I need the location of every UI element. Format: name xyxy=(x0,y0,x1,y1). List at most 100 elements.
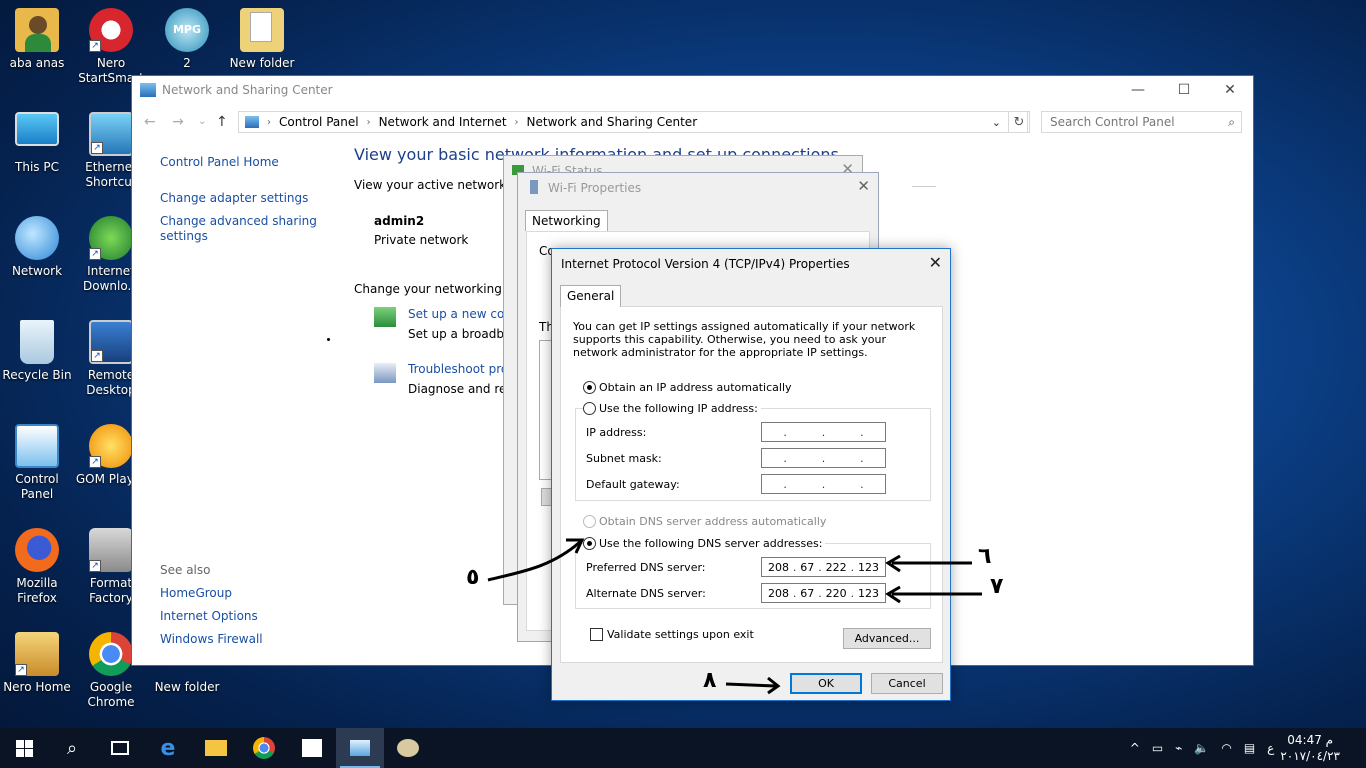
paint-palette-icon xyxy=(397,739,419,757)
task-view-button[interactable] xyxy=(96,728,144,768)
taskbar-control-panel[interactable] xyxy=(336,728,384,768)
taskbar: ⌕ e ^ ▭ ⌁ 🔈 ◠ ▤ ع 04:47 م ٢٠١٧/٠٤/٢٣ xyxy=(0,728,1366,768)
sidebar-change-advanced-sharing[interactable]: Change advanced sharing xyxy=(160,214,317,229)
annotation-step-8: ٨ xyxy=(703,668,717,693)
user-folder-icon xyxy=(15,8,59,52)
address-row: ← → ⌄ ↑ › Control Panel › Network and In… xyxy=(132,110,1253,134)
recent-chevron-icon[interactable]: ⌄ xyxy=(198,116,206,127)
sidebar-change-advanced-sharing-2[interactable]: settings xyxy=(160,229,208,244)
action-center-icon[interactable]: ▤ xyxy=(1244,741,1255,755)
troubleshoot-link[interactable]: Troubleshoot prob xyxy=(408,362,516,376)
taskbar-store[interactable] xyxy=(288,728,336,768)
taskbar-paint[interactable] xyxy=(384,728,432,768)
bluetooth-icon[interactable]: ⌁ xyxy=(1175,741,1182,755)
breadcrumb-network-sharing-center[interactable]: Network and Sharing Center xyxy=(527,115,698,129)
chrome-icon xyxy=(89,632,133,676)
close-button[interactable]: ✕ xyxy=(1207,76,1253,104)
sidebar-change-adapter-settings[interactable]: Change adapter settings xyxy=(160,191,308,206)
sidebar-control-panel-home[interactable]: Control Panel Home xyxy=(160,155,279,170)
dns-auto-radio[interactable]: Obtain DNS server address automatically xyxy=(583,515,830,528)
maximize-button[interactable]: ☐ xyxy=(1161,76,1207,104)
mpg-file-icon: MPG xyxy=(165,8,209,52)
desktop-icon-nero-home[interactable]: ↗ Nero Home xyxy=(1,632,73,695)
input-language[interactable]: ع xyxy=(1267,741,1274,755)
volume-icon[interactable]: 🔈 xyxy=(1194,741,1209,755)
desktop-icon-network[interactable]: Network xyxy=(1,216,73,279)
wifi-properties-title: Wi-Fi Properties xyxy=(548,181,642,195)
search-icon: ⌕ xyxy=(1228,115,1235,129)
back-arrow-icon[interactable]: ← xyxy=(144,114,156,130)
alternate-dns-input[interactable]: 208. 67. 220. 123 xyxy=(761,583,886,603)
clock-date: ٢٠١٧/٠٤/٢٣ xyxy=(1280,749,1340,763)
keyboard-icon[interactable]: ▭ xyxy=(1152,741,1163,755)
network-type: Private network xyxy=(374,233,469,247)
folder-icon xyxy=(240,8,284,52)
ip-auto-radio[interactable]: Obtain an IP address automatically xyxy=(583,381,795,394)
ip-manual-radio[interactable]: Use the following IP address: xyxy=(583,402,761,415)
change-settings-heading: Change your networking set xyxy=(354,282,524,296)
show-hidden-icons-chevron-icon[interactable]: ^ xyxy=(1130,741,1140,755)
validate-settings-checkbox[interactable]: Validate settings upon exit xyxy=(590,628,754,641)
breadcrumb-chevron-icon: › xyxy=(366,116,371,128)
alternate-dns-label: Alternate DNS server: xyxy=(586,587,706,600)
ipv4-properties-dialog: Internet Protocol Version 4 (TCP/IPv4) P… xyxy=(551,248,951,701)
network-name: admin2 xyxy=(374,214,425,228)
stray-dot xyxy=(327,338,330,341)
chrome-icon xyxy=(253,737,275,759)
see-also-heading: See also xyxy=(160,563,211,577)
desktop-icon-this-pc[interactable]: This PC xyxy=(1,112,73,175)
up-arrow-icon[interactable]: ↑ xyxy=(216,114,228,130)
tab-general[interactable]: General xyxy=(560,285,622,307)
breadcrumb-control-panel[interactable]: Control Panel xyxy=(279,115,359,129)
ok-button[interactable]: OK xyxy=(790,673,862,694)
system-tray: ^ ▭ ⌁ 🔈 ◠ ▤ ع 04:47 م ٢٠١٧/٠٤/٢٣ xyxy=(1124,728,1366,768)
desktop-icon-control-panel[interactable]: Control Panel xyxy=(1,424,73,502)
wifi-properties-close-icon[interactable]: ✕ xyxy=(857,177,870,195)
tab-networking[interactable]: Networking xyxy=(525,210,608,231)
search-taskbar-button[interactable]: ⌕ xyxy=(48,728,96,768)
ip-address-input[interactable]: ... xyxy=(761,422,886,442)
wifi-icon[interactable]: ◠ xyxy=(1221,741,1231,755)
breadcrumb-network-internet[interactable]: Network and Internet xyxy=(379,115,507,129)
minimize-button[interactable]: — xyxy=(1115,76,1161,104)
troubleshoot-icon xyxy=(374,363,396,383)
firefox-icon xyxy=(15,528,59,572)
refresh-icon: ↻ xyxy=(1013,114,1025,130)
desktop-icon-firefox[interactable]: Mozilla Firefox xyxy=(1,528,73,606)
gom-player-icon: ↗ xyxy=(89,424,133,468)
default-gateway-input[interactable]: ... xyxy=(761,474,886,494)
active-networks-heading: View your active networks xyxy=(354,178,513,192)
title-bar: Network and Sharing Center xyxy=(132,76,1253,104)
clock[interactable]: 04:47 م ٢٠١٧/٠٤/٢٣ xyxy=(1280,732,1340,764)
radio-selected-icon xyxy=(583,537,596,550)
refresh-button[interactable]: ↻ xyxy=(1008,111,1030,133)
search-input[interactable]: Search Control Panel ⌕ xyxy=(1041,111,1242,133)
sidebar-homegroup[interactable]: HomeGroup xyxy=(160,586,232,601)
ethernet-icon: ↗ xyxy=(89,112,133,156)
recycle-bin-icon xyxy=(20,320,54,364)
address-bar[interactable]: › Control Panel › Network and Internet ›… xyxy=(238,111,1028,133)
desktop-icon-new-folder[interactable]: New folder xyxy=(226,8,298,71)
desktop-icon-recycle-bin[interactable]: Recycle Bin xyxy=(1,320,73,383)
subnet-mask-input[interactable]: ... xyxy=(761,448,886,468)
dialog-close-icon[interactable]: ✕ xyxy=(929,253,942,272)
network-globe-icon xyxy=(15,216,59,260)
cancel-button[interactable]: Cancel xyxy=(871,673,943,694)
address-dropdown-chevron-icon[interactable]: ⌄ xyxy=(992,116,1001,129)
start-button[interactable] xyxy=(0,728,48,768)
sidebar-windows-firewall[interactable]: Windows Firewall xyxy=(160,632,263,647)
download-manager-icon: ↗ xyxy=(89,216,133,260)
taskbar-edge[interactable]: e xyxy=(144,728,192,768)
forward-arrow-icon[interactable]: → xyxy=(172,114,184,130)
desktop-icon-user-folder[interactable]: aba anas xyxy=(1,8,73,71)
wifi-properties-icon xyxy=(530,180,538,194)
taskbar-chrome[interactable] xyxy=(240,728,288,768)
desktop-icon-mpg-file[interactable]: MPG 2 xyxy=(151,8,223,71)
taskbar-file-explorer[interactable] xyxy=(192,728,240,768)
annotation-step-7: ٧ xyxy=(990,574,1004,599)
dns-manual-radio[interactable]: Use the following DNS server addresses: xyxy=(583,537,826,550)
advanced-button[interactable]: Advanced... xyxy=(843,628,931,649)
control-panel-icon xyxy=(15,424,59,468)
sidebar-internet-options[interactable]: Internet Options xyxy=(160,609,258,624)
preferred-dns-input[interactable]: 208. 67. 222. 123 xyxy=(761,557,886,577)
